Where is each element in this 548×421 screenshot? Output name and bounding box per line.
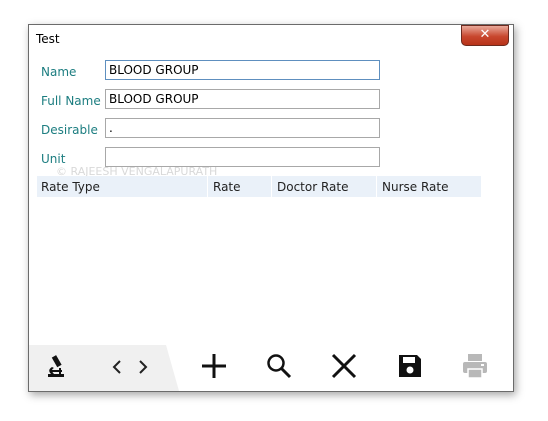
desirable-input[interactable]: [105, 118, 380, 138]
next-icon[interactable]: [137, 359, 149, 375]
column-doctor-rate[interactable]: Doctor Rate: [277, 180, 349, 194]
column-nurse-rate[interactable]: Nurse Rate: [382, 180, 448, 194]
column-rate-type[interactable]: Rate Type: [41, 180, 100, 194]
column-separator: [207, 176, 208, 197]
close-button[interactable]: ✕: [461, 25, 509, 46]
unit-label: Unit: [41, 152, 66, 166]
name-label: Name: [41, 65, 77, 79]
rate-grid[interactable]: Rate Type Rate Doctor Rate Nurse Rate: [37, 176, 481, 346]
name-input[interactable]: [105, 60, 380, 80]
delete-icon[interactable]: [331, 353, 357, 379]
save-icon[interactable]: [397, 353, 423, 379]
column-separator: [376, 176, 377, 197]
print-icon[interactable]: [462, 353, 488, 379]
test-window: Test ✕ Name Full Name Desirable Unit © R…: [28, 24, 514, 392]
close-icon: ✕: [479, 27, 491, 42]
column-separator: [271, 176, 272, 197]
grid-header: Rate Type Rate Doctor Rate Nurse Rate: [37, 176, 481, 197]
title-bar[interactable]: Test ✕: [29, 25, 513, 51]
bottom-toolbar: [29, 345, 513, 391]
microscope-icon[interactable]: [45, 355, 67, 379]
add-icon[interactable]: [201, 353, 227, 379]
window-title: Test: [36, 32, 60, 46]
column-rate[interactable]: Rate: [213, 180, 241, 194]
prev-icon[interactable]: [111, 359, 123, 375]
fullname-input[interactable]: [105, 89, 380, 109]
fullname-label: Full Name: [41, 94, 101, 108]
unit-input[interactable]: [105, 147, 380, 167]
search-icon[interactable]: [266, 353, 292, 379]
desirable-label: Desirable: [41, 123, 98, 137]
